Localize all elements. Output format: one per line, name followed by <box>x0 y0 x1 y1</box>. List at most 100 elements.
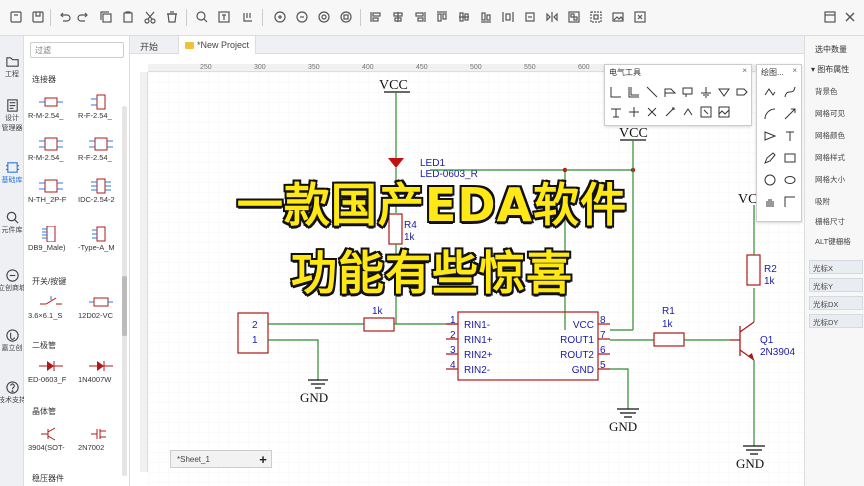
attribute-icon[interactable] <box>681 105 695 119</box>
library-item[interactable]: 2N7002 <box>78 426 126 456</box>
zoom-out-icon[interactable] <box>294 9 310 25</box>
selection-count-label: 选中数量 <box>815 45 847 54</box>
svg-text:2N3904: 2N3904 <box>760 347 795 358</box>
wire-icon[interactable] <box>609 85 623 99</box>
align-middle-icon[interactable] <box>456 9 472 25</box>
svg-text:LED1: LED1 <box>420 158 445 169</box>
ungroup-icon[interactable] <box>588 9 604 25</box>
power-icon[interactable] <box>717 85 731 99</box>
resistor-symbol[interactable] <box>363 317 395 332</box>
library-item[interactable]: R-F-2.54_ <box>78 94 126 124</box>
close-icon[interactable]: × <box>792 66 797 75</box>
settings-icon[interactable] <box>632 9 648 25</box>
prop-grid-style[interactable]: 网格样式 <box>815 152 845 163</box>
window-icon[interactable] <box>822 9 838 25</box>
delete-icon[interactable] <box>164 9 180 25</box>
no-connect-icon[interactable] <box>645 105 659 119</box>
library-icon <box>5 162 19 173</box>
pin-icon[interactable] <box>609 105 623 119</box>
nav-jlc[interactable]: 嘉立创 <box>0 328 24 353</box>
unit-icon[interactable] <box>240 9 256 25</box>
align-right-icon[interactable] <box>412 9 428 25</box>
fit-icon[interactable] <box>316 9 332 25</box>
triangle-icon[interactable] <box>763 129 777 143</box>
polyline-icon[interactable] <box>763 85 777 99</box>
library-item[interactable]: R-M-2.54_ <box>28 136 76 166</box>
category-transistor[interactable]: 晶体管 <box>32 406 56 417</box>
category-regulator[interactable]: 稳压器件 <box>32 473 64 484</box>
library-item[interactable]: 3904(SOT- <box>28 426 76 456</box>
category-connector[interactable]: 连接器 <box>32 74 56 85</box>
group-icon[interactable] <box>566 9 582 25</box>
netport-icon[interactable] <box>735 85 749 99</box>
align-bottom-icon[interactable] <box>478 9 494 25</box>
svg-text:VCC: VCC <box>573 320 594 331</box>
probe-icon[interactable] <box>663 105 677 119</box>
align-center-icon[interactable] <box>390 9 406 25</box>
help-icon <box>5 381 19 394</box>
junction-icon[interactable] <box>627 105 641 119</box>
connector-symbol[interactable] <box>237 312 269 354</box>
sheet-tab[interactable]: *Sheet_1 <box>177 455 210 464</box>
category-diode[interactable]: 二极管 <box>32 340 56 351</box>
undo-icon[interactable] <box>56 9 72 25</box>
prop-grid-color[interactable]: 网格颜色 <box>815 130 845 141</box>
rect-icon[interactable] <box>783 151 797 165</box>
close-icon[interactable] <box>842 9 858 25</box>
jlc-icon <box>5 329 19 342</box>
net-flag-icon[interactable] <box>681 85 695 99</box>
frame-icon[interactable] <box>699 105 713 119</box>
redo-icon[interactable] <box>76 9 92 25</box>
document-tabs: 开始 *New Project <box>130 36 804 54</box>
led1-symbol[interactable] <box>388 158 404 168</box>
gnd-label-2: GND <box>609 419 637 434</box>
arc-icon[interactable] <box>763 107 777 121</box>
flip-icon[interactable] <box>544 9 560 25</box>
gnd-label-1: GND <box>300 390 328 405</box>
search-icon[interactable] <box>194 9 210 25</box>
tab-start[interactable]: 开始 <box>134 36 164 54</box>
prop-grid-visible[interactable]: 网格可见 <box>815 108 845 119</box>
design-icon <box>6 99 18 112</box>
pencil-icon[interactable] <box>763 151 777 165</box>
library-item[interactable]: 1N4007W <box>78 358 126 388</box>
rotate-icon[interactable] <box>522 9 538 25</box>
open-icon[interactable] <box>30 9 46 25</box>
prop-background[interactable]: 背景色 <box>815 86 838 97</box>
library-item[interactable]: R-M-2.54_ <box>28 94 76 124</box>
canvas-properties-header[interactable]: ▾ 图布属性 <box>811 64 849 75</box>
diode-symbol-icon <box>89 361 113 371</box>
text-icon[interactable] <box>216 9 232 25</box>
zoom-area-icon[interactable] <box>338 9 354 25</box>
paste-icon[interactable] <box>120 9 136 25</box>
tab-new-project[interactable]: *New Project <box>178 36 257 54</box>
library-search-input[interactable] <box>30 42 124 58</box>
svg-text:2: 2 <box>450 330 456 341</box>
arrow-icon[interactable] <box>783 107 797 121</box>
close-icon[interactable]: × <box>742 66 747 75</box>
align-left-icon[interactable] <box>368 9 384 25</box>
nav-project[interactable]: 工程 <box>0 54 24 79</box>
cut-icon[interactable] <box>142 9 158 25</box>
nav-tech-support[interactable]: 技术支持 <box>0 380 26 405</box>
bus-icon[interactable] <box>627 85 641 99</box>
electrical-tools-panel: 电气工具 × <box>604 64 752 126</box>
text-icon[interactable] <box>783 129 797 143</box>
ground-icon[interactable] <box>699 85 713 99</box>
add-sheet-button[interactable]: + <box>255 452 271 467</box>
zoom-in-icon[interactable] <box>272 9 288 25</box>
file-icon[interactable] <box>8 9 24 25</box>
bus-entry-icon[interactable] <box>645 85 659 99</box>
svg-text:R1: R1 <box>662 306 675 317</box>
align-top-icon[interactable] <box>434 9 450 25</box>
image-icon[interactable] <box>610 9 626 25</box>
copy-icon[interactable] <box>98 9 114 25</box>
r1-symbol[interactable] <box>653 332 685 347</box>
nav-design-manager[interactable]: 设计 管理器 <box>0 98 24 133</box>
library-item[interactable]: R-F-2.54_ <box>78 136 126 166</box>
bezier-icon[interactable] <box>783 85 797 99</box>
library-item[interactable]: ED-0603_F <box>28 358 76 388</box>
image-icon[interactable] <box>717 105 731 119</box>
distribute-icon[interactable] <box>500 9 516 25</box>
net-label-icon[interactable] <box>663 85 677 99</box>
